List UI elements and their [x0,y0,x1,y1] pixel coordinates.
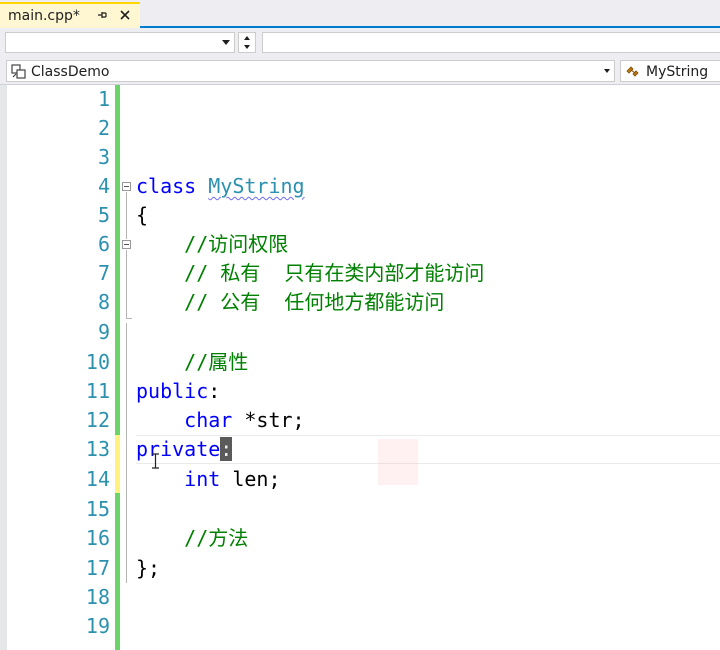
code-text: len; [220,467,281,491]
change-bar-saved [115,493,120,650]
navigation-bar: ClassDemo MyString [0,58,720,85]
keyword: char [184,408,233,432]
selected-colon: : [220,437,233,461]
line-number: 8 [97,290,110,314]
keyword: private [136,437,221,461]
indicator-margin [0,85,7,650]
line-number: 2 [97,116,110,140]
member-dropdown[interactable]: MyString [620,60,720,82]
code-line-5: { [136,203,149,227]
code-line-12: char *str; [136,406,305,435]
code-line-11: public: [136,377,220,406]
code-line-8: // 公有 任何地方都能访问 [136,288,444,317]
editor-toolbar [0,28,720,58]
ibeam-cursor-icon [152,453,159,469]
change-bar-unsaved [115,435,120,493]
comment: // 公有 任何地方都能访问 [184,290,445,314]
code-text: *str; [232,408,305,432]
line-number: 5 [97,203,110,227]
colon: : [208,379,221,403]
project-icon [11,64,26,79]
fold-guide [126,323,127,583]
code-line-6: //访问权限 [136,230,288,259]
line-number: 4 [97,174,110,198]
line-number: 9 [97,320,110,344]
line-number: 7 [97,261,110,285]
keyword: public [136,379,209,403]
line-number: 6 [97,232,110,256]
line-number: 3 [97,145,110,169]
fold-guide [126,318,132,319]
line-number: 12 [85,408,110,432]
line-number: 19 [85,614,110,638]
code-line-7: // 私有 只有在类内部才能访问 [136,259,484,288]
tab-main-cpp[interactable]: main.cpp* [0,2,140,28]
document-tab-strip: main.cpp* [0,0,720,28]
comment: //属性 [184,350,249,374]
close-icon[interactable] [119,9,131,21]
line-number: 16 [85,526,110,550]
class-icon [626,66,639,77]
line-number: 15 [85,497,110,521]
comment: //方法 [184,526,249,550]
line-number: 18 [85,585,110,609]
spin-up-icon[interactable] [244,36,250,40]
collapse-icon[interactable] [122,182,131,191]
project-label: ClassDemo [31,64,110,80]
faint-overlay [378,439,418,485]
class-name: MyString [208,174,305,198]
line-number: 13 [85,437,110,461]
comment: //访问权限 [184,232,289,256]
member-label: MyString [646,64,709,80]
project-dropdown[interactable]: ClassDemo [6,60,615,82]
line-number: 14 [85,467,110,491]
code-editor[interactable]: 1 2 3 4 5 6 7 8 9 10 11 12 13 14 15 16 1… [0,85,720,650]
chevron-down-icon[interactable] [222,40,230,45]
keyword: int [184,467,221,491]
line-number: 11 [85,379,110,403]
scope-dropdown[interactable] [5,32,235,53]
line-number: 1 [97,87,110,111]
change-bar-saved [115,85,120,435]
pin-icon[interactable] [96,9,108,21]
collapse-icon[interactable] [122,240,131,249]
code-line-16: //方法 [136,524,248,553]
line-number: 17 [85,556,110,580]
tab-title: main.cpp* [8,8,80,24]
code-line-10: //属性 [136,348,248,377]
keyword: class [136,174,197,198]
code-line-14: int len; [136,465,281,494]
scope-spinner[interactable] [238,32,256,53]
code-line-4: class MyString [136,172,305,201]
context-field[interactable] [262,32,720,53]
chevron-down-icon[interactable] [604,69,610,73]
fold-guide [126,192,127,239]
spin-down-icon[interactable] [244,45,250,49]
fold-guide [126,250,127,318]
line-number: 10 [85,350,110,374]
code-line-17: }; [136,556,161,580]
comment: // 私有 只有在类内部才能访问 [184,261,485,285]
